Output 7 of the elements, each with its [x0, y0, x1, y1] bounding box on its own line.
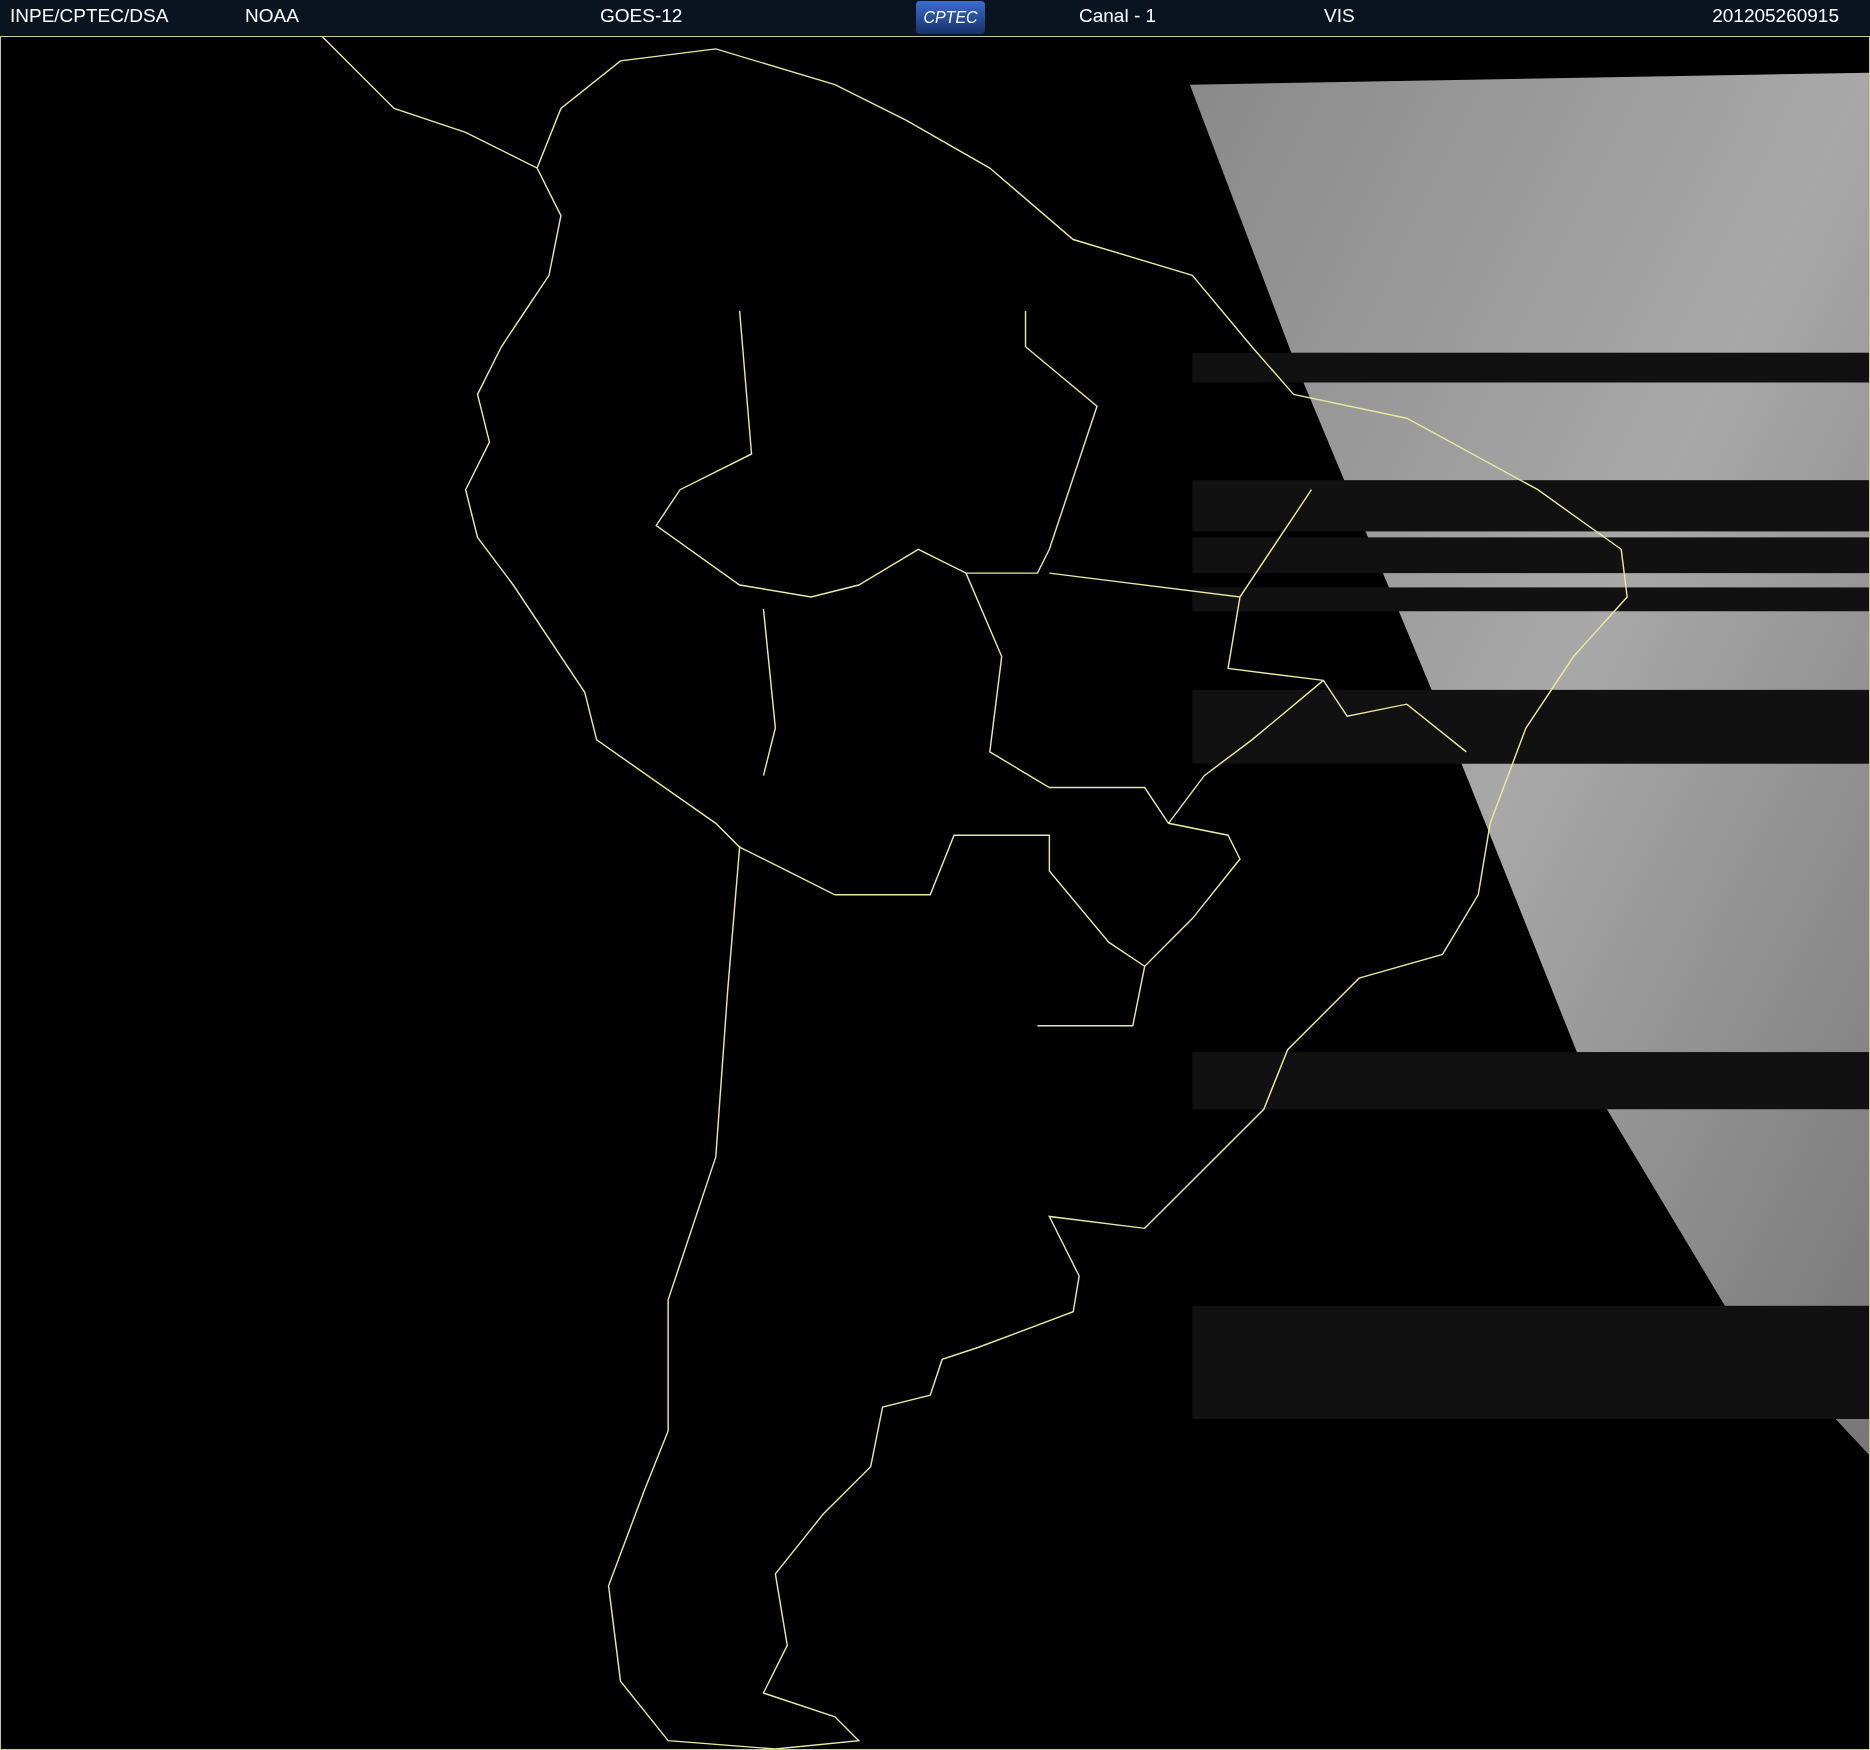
- satellite-label: GOES-12: [600, 6, 683, 25]
- timestamp-label: 201205260915: [1712, 6, 1839, 25]
- channel-label: Canal - 1: [1079, 6, 1157, 25]
- source-label: INPE/CPTEC/DSA: [10, 6, 169, 25]
- band-label: VIS: [1324, 6, 1355, 25]
- logo: CPTEC: [916, 1, 985, 34]
- agency-label: NOAA: [245, 6, 299, 25]
